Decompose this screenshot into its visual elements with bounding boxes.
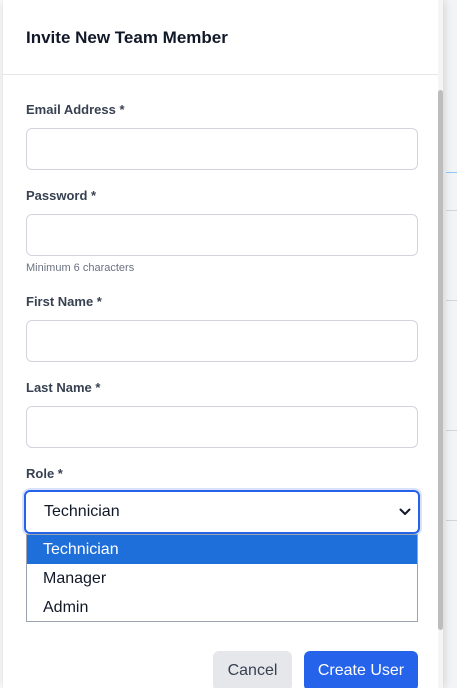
role-options-list: Technician Manager Admin bbox=[26, 534, 418, 622]
role-label: Role * bbox=[26, 466, 63, 481]
scrollbar-thumb[interactable] bbox=[438, 90, 443, 630]
background-divider bbox=[446, 430, 457, 431]
create-user-button[interactable]: Create User bbox=[304, 651, 418, 688]
email-label: Email Address * bbox=[26, 102, 125, 117]
background-divider bbox=[446, 210, 457, 211]
first-name-label: First Name * bbox=[26, 294, 102, 309]
role-option-manager[interactable]: Manager bbox=[27, 564, 417, 593]
password-label: Password * bbox=[26, 188, 97, 203]
email-field[interactable] bbox=[26, 128, 418, 170]
chevron-down-icon bbox=[392, 508, 418, 516]
modal-title: Invite New Team Member bbox=[26, 28, 228, 47]
password-field[interactable] bbox=[26, 214, 418, 256]
modal-header: Invite New Team Member bbox=[3, 0, 443, 75]
background-divider bbox=[446, 300, 457, 301]
background-divider bbox=[446, 172, 457, 173]
role-select[interactable]: Technician bbox=[24, 490, 420, 534]
role-select-value: Technician bbox=[44, 503, 120, 520]
role-option-admin[interactable]: Admin bbox=[27, 593, 417, 622]
password-hint: Minimum 6 characters bbox=[26, 262, 135, 274]
invite-member-modal: Invite New Team Member Email Address * P… bbox=[3, 0, 443, 688]
cancel-button[interactable]: Cancel bbox=[213, 651, 292, 688]
role-option-technician[interactable]: Technician bbox=[27, 535, 417, 564]
first-name-field[interactable] bbox=[26, 320, 418, 362]
last-name-label: Last Name * bbox=[26, 380, 101, 395]
last-name-field[interactable] bbox=[26, 406, 418, 448]
background-divider bbox=[446, 520, 457, 521]
